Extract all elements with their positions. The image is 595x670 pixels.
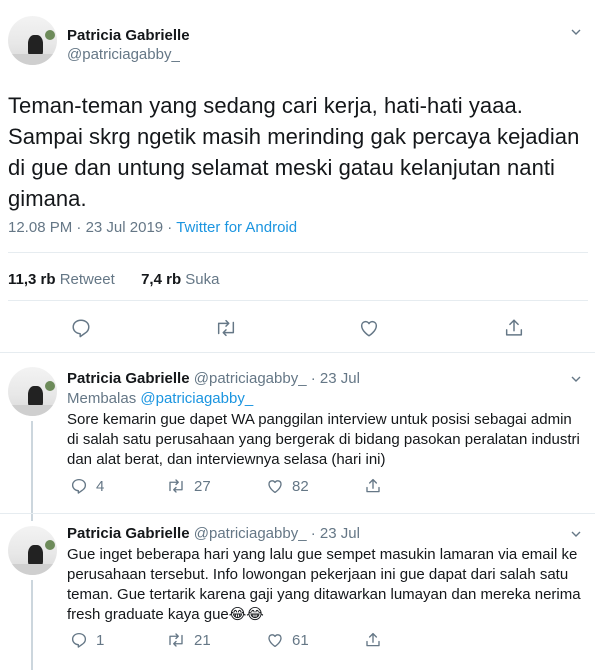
chevron-down-icon[interactable]	[571, 529, 581, 539]
retweets-count: 11,3 rb	[8, 271, 56, 288]
thread-line	[31, 580, 33, 670]
retweet-icon	[169, 633, 183, 647]
reply-tweet[interactable]: Patricia Gabrielle @patriciagabby_ · 23 …	[0, 353, 595, 521]
chevron-down-icon[interactable]	[571, 374, 581, 384]
reply-button[interactable]: 1	[70, 631, 104, 649]
retweet-count: 21	[194, 631, 211, 649]
header-separator: ·	[306, 525, 320, 542]
like-button[interactable]: 82	[266, 477, 309, 495]
reply-icon	[71, 478, 87, 494]
reply-count: 4	[96, 477, 105, 495]
replying-to: Membalas @patriciagabby_	[67, 390, 253, 407]
reply-date[interactable]: 23 Jul	[320, 525, 360, 542]
retweet-button[interactable]: 27	[166, 477, 211, 495]
divider	[8, 300, 588, 301]
tweet-time[interactable]: 12.08 PM	[8, 219, 72, 236]
share-icon	[366, 478, 380, 493]
retweets-stat[interactable]: 11,3 rb Retweet	[8, 271, 115, 288]
retweets-label: Retweet	[59, 271, 115, 288]
reply-tweet[interactable]: Patricia Gabrielle @patriciagabby_ · 23 …	[0, 514, 595, 670]
author-name[interactable]: Patricia Gabrielle	[67, 370, 190, 387]
heart-icon	[268, 480, 282, 494]
like-count: 82	[292, 477, 309, 495]
reply-icon	[72, 319, 90, 338]
divider	[8, 252, 588, 253]
reply-header: Patricia Gabrielle @patriciagabby_ · 23 …	[67, 525, 360, 542]
author-handle[interactable]: @patriciagabby_	[194, 525, 307, 542]
retweet-button[interactable]	[214, 317, 238, 339]
meta-separator: ·	[72, 219, 86, 236]
replying-label: Membalas	[67, 390, 137, 407]
like-button[interactable]	[358, 317, 380, 339]
avatar[interactable]	[8, 16, 57, 65]
like-count: 61	[292, 631, 309, 649]
reply-count: 1	[96, 631, 105, 649]
author-handle[interactable]: @patriciagabby_	[67, 46, 180, 63]
likes-stat[interactable]: 7,4 rb Suka	[141, 271, 219, 288]
reply-text: Sore kemarin gue dapet WA panggilan inte…	[67, 411, 580, 468]
thread-line	[31, 421, 33, 521]
share-icon	[505, 319, 523, 336]
likes-count: 7,4 rb	[141, 271, 182, 288]
meta-separator: ·	[163, 219, 177, 236]
replying-mention[interactable]: @patriciagabby_	[140, 390, 253, 407]
tweet-meta: 12.08 PM · 23 Jul 2019 · Twitter for And…	[8, 219, 297, 236]
author-name[interactable]: Patricia Gabrielle	[67, 525, 190, 542]
header-separator: ·	[306, 370, 320, 387]
author-handle[interactable]: @patriciagabby_	[194, 370, 307, 387]
tweet-date[interactable]: 23 Jul 2019	[86, 219, 164, 236]
share-button[interactable]	[364, 631, 382, 649]
tweet-text: Teman-teman yang sedang cari kerja, hati…	[8, 93, 580, 211]
heart-icon	[268, 634, 282, 648]
like-button[interactable]: 61	[266, 631, 309, 649]
retweet-button[interactable]: 21	[166, 631, 211, 649]
reply-button[interactable]	[70, 317, 92, 339]
likes-label: Suka	[185, 271, 220, 288]
reply-date[interactable]: 23 Jul	[320, 370, 360, 387]
avatar[interactable]	[8, 526, 57, 575]
share-button[interactable]	[503, 317, 525, 339]
retweet-count: 27	[194, 477, 211, 495]
avatar[interactable]	[8, 367, 57, 416]
chevron-down-icon[interactable]	[571, 27, 581, 37]
reply-header: Patricia Gabrielle @patriciagabby_ · 23 …	[67, 370, 360, 387]
reply-text: Gue inget beberapa hari yang lalu gue se…	[67, 546, 581, 623]
share-icon	[366, 632, 380, 647]
share-button[interactable]	[364, 477, 382, 495]
author-name[interactable]: Patricia Gabrielle	[67, 27, 190, 44]
retweet-icon	[169, 479, 183, 493]
heart-icon	[360, 320, 378, 337]
reply-button[interactable]: 4	[70, 477, 104, 495]
tweet-stats: 11,3 rb Retweet 7,4 rb Suka	[8, 271, 220, 288]
reply-icon	[71, 632, 87, 648]
tweet-source[interactable]: Twitter for Android	[176, 219, 297, 236]
retweet-icon	[217, 319, 235, 337]
